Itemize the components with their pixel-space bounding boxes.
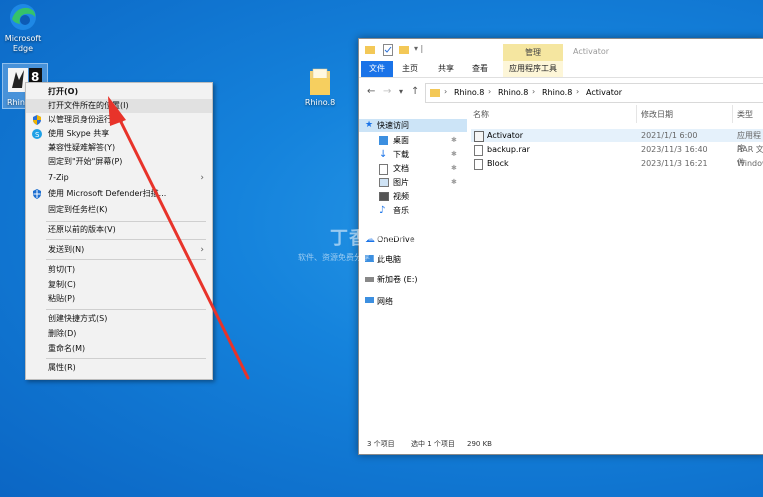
annotation-arrow [108,96,250,380]
